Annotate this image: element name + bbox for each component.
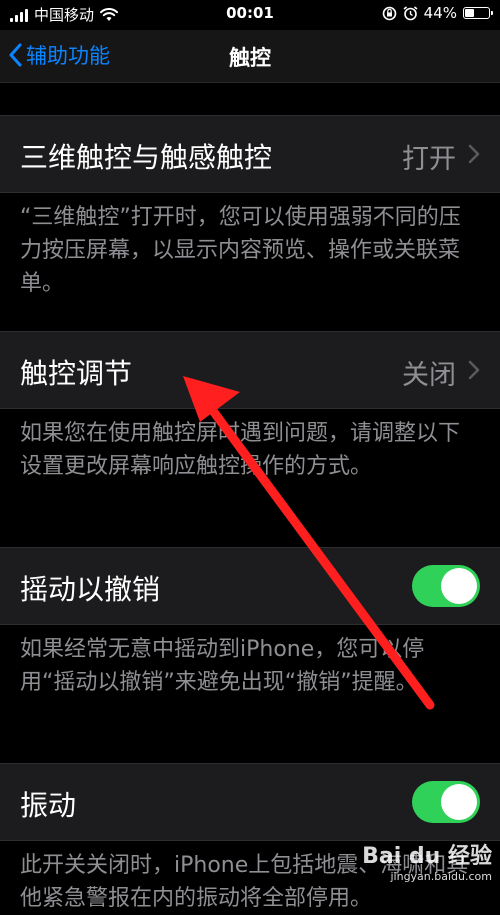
shake-to-undo-toggle[interactable]	[412, 565, 480, 607]
row-label: 摇动以撤销	[20, 573, 161, 606]
row-label: 振动	[20, 789, 77, 822]
row-label: 三维触控与触感触控	[20, 141, 273, 174]
alarm-icon	[403, 5, 418, 20]
watermark-main: Bai du 经验	[362, 844, 492, 869]
row-touch-accommodations[interactable]: 触控调节 关闭	[0, 331, 500, 409]
battery-percent: 44%	[423, 4, 457, 22]
chevron-right-icon	[468, 360, 480, 380]
battery-icon	[463, 7, 493, 19]
orientation-lock-icon	[382, 6, 396, 20]
chevron-right-icon	[468, 144, 480, 164]
section-footer: 如果您在使用触控屏时遇到问题，请调整以下设置更改屏幕响应触控操作的方式。	[20, 421, 461, 479]
row-value: 关闭	[402, 360, 456, 391]
status-bar-right: 44%	[382, 4, 493, 22]
row-label: 触控调节	[20, 357, 133, 390]
navigation-bar: 辅助功能 触控	[0, 30, 500, 83]
row-3d-touch[interactable]: 三维触控与触感触控 打开	[0, 115, 500, 193]
vibration-toggle[interactable]	[412, 781, 480, 823]
toggle-knob	[441, 568, 477, 604]
section-footer: “三维触控”打开时，您可以使用强弱不同的压力按压屏幕，以显示内容预览、操作或关联…	[20, 205, 461, 296]
section-footer: 如果经常无意中摇动到iPhone，您可以停用“摇动以撤销”来避免出现“撤销”提醒…	[20, 637, 425, 695]
row-shake-to-undo: 摇动以撤销	[0, 547, 500, 625]
page-title: 触控	[229, 46, 271, 70]
row-vibration: 振动	[0, 763, 500, 841]
row-value: 打开	[402, 144, 456, 175]
watermark-sub: jingyan.baidu.com	[390, 870, 492, 883]
status-bar: 中国移动 00:01 44%	[0, 0, 500, 30]
toggle-knob	[441, 784, 477, 820]
baidu-jingyan-watermark: Bai du 经验 jingyan.baidu.com	[362, 838, 492, 883]
